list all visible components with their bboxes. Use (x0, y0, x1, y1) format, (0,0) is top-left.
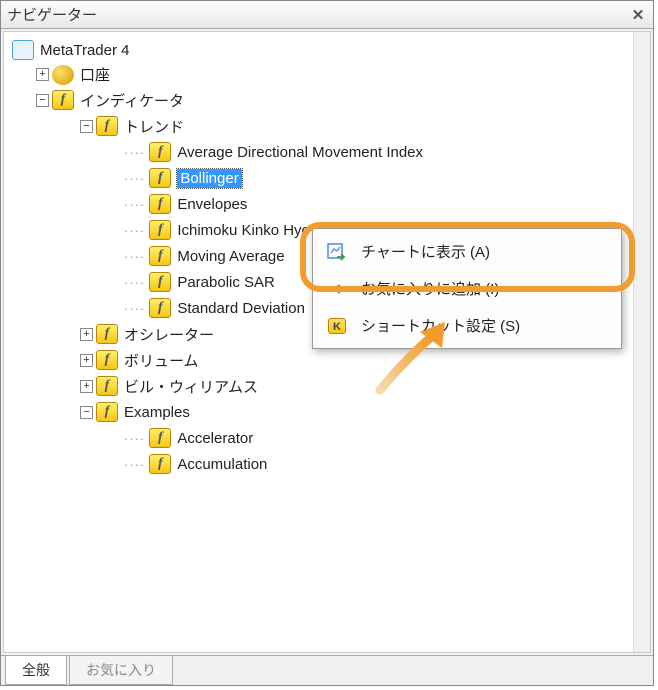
menu-attach-to-chart[interactable]: チャートに表示 (A) (315, 233, 619, 270)
menu-add-favorite[interactable]: お気に入りに追加 (I) (315, 270, 619, 307)
tree-accounts[interactable]: + 口座 (8, 62, 646, 87)
tree-connector: ···· (124, 431, 145, 446)
tree-volume[interactable]: + f ボリューム (8, 347, 646, 373)
fx-icon: f (149, 142, 171, 162)
fx-icon: f (96, 324, 118, 344)
titlebar: ナビゲーター ✕ (1, 1, 653, 29)
tree-item-envelopes[interactable]: ···· f Envelopes (8, 191, 646, 217)
tree-item-adx[interactable]: ···· f Average Directional Movement Inde… (8, 139, 646, 165)
fx-icon: f (149, 454, 171, 474)
context-menu: チャートに表示 (A) お気に入りに追加 (I) K ショートカット設定 (S) (312, 228, 622, 349)
fx-icon: f (149, 168, 171, 188)
expand-icon[interactable]: + (36, 68, 49, 81)
item-label: Envelopes (177, 196, 247, 213)
trend-label: トレンド (124, 116, 184, 137)
menu-set-hotkey[interactable]: K ショートカット設定 (S) (315, 307, 619, 344)
billwilliams-label: ビル・ウィリアムス (124, 376, 258, 397)
fx-icon: f (96, 402, 118, 422)
item-label: Parabolic SAR (177, 274, 275, 291)
item-label: Moving Average (177, 248, 284, 265)
vertical-scrollbar[interactable] (633, 32, 650, 652)
item-label: Accelerator (177, 430, 253, 447)
collapse-icon[interactable]: − (80, 120, 93, 133)
fx-icon: f (149, 428, 171, 448)
tree-item-bollinger[interactable]: ···· f Bollinger (8, 165, 646, 191)
fx-icon: f (96, 376, 118, 396)
volume-label: ボリューム (124, 350, 199, 371)
expand-icon[interactable]: + (80, 380, 93, 393)
fx-icon: f (149, 272, 171, 292)
fx-icon: f (149, 220, 171, 240)
collapse-icon[interactable]: − (36, 94, 49, 107)
tab-general[interactable]: 全般 (5, 656, 67, 685)
tree-connector: ···· (124, 301, 145, 316)
tab-favorites[interactable]: お気に入り (69, 656, 173, 685)
tree-examples[interactable]: − f Examples (8, 399, 646, 425)
menu-label: チャートに表示 (A) (361, 241, 490, 262)
tree-bill-williams[interactable]: + f ビル・ウィリアムス (8, 373, 646, 399)
tree-connector: ···· (124, 249, 145, 264)
tree-indicators[interactable]: − f インディケータ (8, 87, 646, 113)
window-title: ナビゲーター (7, 4, 97, 25)
fx-icon: f (149, 298, 171, 318)
fx-icon: f (96, 116, 118, 136)
tree-item-accumulation[interactable]: ···· f Accumulation (8, 451, 646, 477)
accounts-icon (52, 65, 74, 85)
examples-label: Examples (124, 404, 190, 421)
shortcut-key-icon: K (325, 316, 349, 336)
item-label: Accumulation (177, 456, 267, 473)
fx-icon: f (149, 194, 171, 214)
item-label: Average Directional Movement Index (177, 144, 423, 161)
item-label: Ichimoku Kinko Hyo (177, 222, 310, 239)
accounts-label: 口座 (80, 64, 110, 85)
tree-connector: ···· (124, 171, 145, 186)
tree-connector: ···· (124, 457, 145, 472)
tree-trend[interactable]: − f トレンド (8, 113, 646, 139)
expand-icon[interactable]: + (80, 328, 93, 341)
oscillators-label: オシレーター (124, 324, 214, 345)
tree-connector: ···· (124, 275, 145, 290)
menu-label: お気に入りに追加 (I) (361, 278, 499, 299)
metatrader-icon (12, 40, 34, 60)
menu-label: ショートカット設定 (S) (361, 315, 520, 336)
close-button[interactable]: ✕ (629, 6, 647, 24)
root-label: MetaTrader 4 (40, 42, 129, 59)
tree-item-accelerator[interactable]: ···· f Accelerator (8, 425, 646, 451)
fx-icon: f (149, 246, 171, 266)
tree-connector: ···· (124, 197, 145, 212)
tree-connector: ···· (124, 223, 145, 238)
indicators-label: インディケータ (80, 90, 184, 111)
fx-icon: f (52, 90, 74, 110)
item-label: Standard Deviation (177, 300, 305, 317)
chart-attach-icon (325, 242, 349, 262)
item-label-selected: Bollinger (177, 169, 241, 188)
tab-bar: 全般 お気に入り (1, 655, 653, 685)
tree-connector: ···· (124, 145, 145, 160)
tree-root[interactable]: MetaTrader 4 (8, 38, 646, 62)
collapse-icon[interactable]: − (80, 406, 93, 419)
favorite-add-icon (325, 279, 349, 299)
fx-icon: f (96, 350, 118, 370)
expand-icon[interactable]: + (80, 354, 93, 367)
